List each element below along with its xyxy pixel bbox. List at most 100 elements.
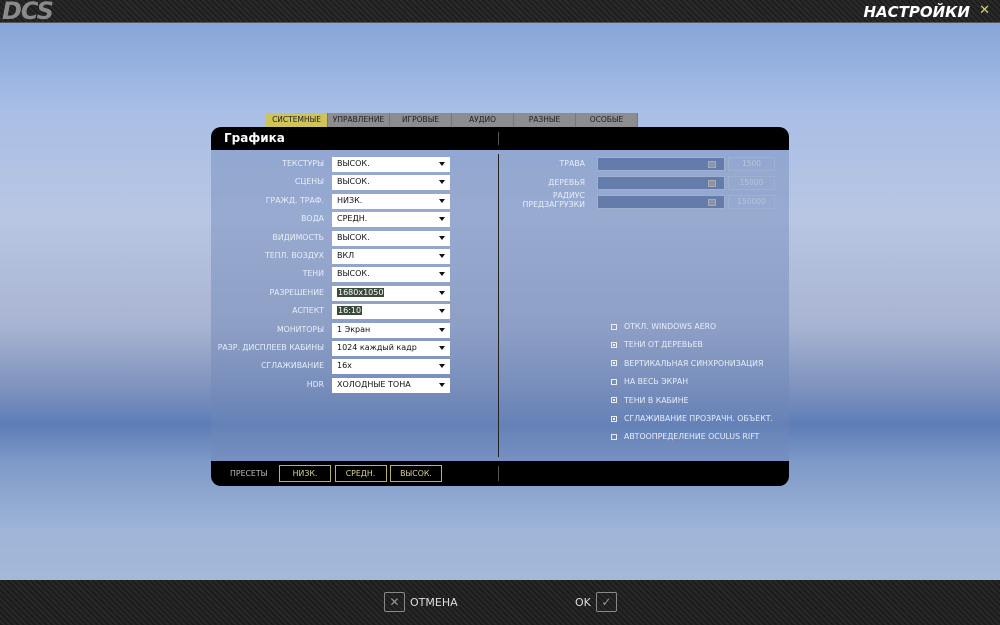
checkbox[interactable]	[611, 323, 617, 330]
chevron-down-icon	[439, 180, 445, 185]
checkbox-row[interactable]: ТЕНИ ОТ ДЕРЕВЬЕВ	[611, 340, 703, 349]
checkbox[interactable]	[611, 433, 617, 440]
chevron-down-icon	[439, 272, 445, 277]
setting-dropdown[interactable]: 16x	[332, 359, 450, 375]
setting-dropdown[interactable]: 1680x1050	[332, 285, 450, 301]
preset-button[interactable]: ВЫСОК.	[390, 465, 442, 482]
setting-label: ВИДИМОСТЬ	[272, 232, 324, 242]
slider-label: ДЕРЕВЬЯ	[548, 178, 585, 187]
tab-0[interactable]: СИСТЕМНЫЕ	[266, 113, 328, 127]
setting-dropdown[interactable]: НИЗК.	[332, 193, 450, 209]
setting-label: ТЕПЛ. ВОЗДУХ	[264, 251, 324, 260]
setting-label: СГЛАЖИВАНИЕ	[261, 361, 324, 371]
panel-body: ТЕКСТУРЫ ВЫСОК. СЦЕНЫ ВЫСОК. ГРАЖД. ТРАФ. НИЗ…	[211, 150, 789, 461]
setting-dropdown[interactable]: СРЕДН.	[332, 212, 450, 228]
tab-5[interactable]: ОСОБЫЕ	[576, 113, 638, 127]
divider	[498, 132, 499, 145]
slider-thumb[interactable]	[707, 180, 716, 187]
slider-thumb[interactable]	[707, 199, 716, 206]
chevron-down-icon	[439, 382, 445, 387]
slider-value: 1500	[728, 157, 775, 171]
checkbox-label: ТЕНИ ОТ ДЕРЕВЬЕВ	[624, 340, 703, 350]
dropdown-value: ВКЛ	[337, 251, 355, 260]
slider[interactable]	[597, 176, 725, 190]
preset-button[interactable]: НИЗК.	[279, 465, 331, 482]
setting-dropdown[interactable]: ВЫСОК.	[332, 267, 450, 283]
dropdown-value: 1 Экран	[337, 324, 371, 334]
divider	[498, 154, 499, 457]
checkbox-row[interactable]: ВЕРТИКАЛЬНАЯ СИНХРОНИЗАЦИЯ	[611, 359, 763, 368]
setting-label: РАЗРЕШЕНИЕ	[269, 287, 324, 297]
dropdown-value: 16x	[337, 361, 352, 371]
checkbox[interactable]	[611, 360, 617, 367]
graphics-panel: Графика ТЕКСТУРЫ ВЫСОК. СЦЕНЫ ВЫСОК. ГРАЖД. …	[211, 127, 789, 486]
preset-button[interactable]: СРЕДН.	[334, 465, 387, 482]
setting-dropdown[interactable]: ХОЛОДНЫЕ ТОНА	[332, 377, 450, 393]
tab-3[interactable]: АУДИО	[452, 113, 514, 127]
setting-label: ТЕКСТУРЫ	[282, 159, 324, 168]
dcs-logo: DCS	[2, 0, 54, 25]
setting-dropdown[interactable]: 1024 каждый кадр	[332, 341, 450, 356]
slider-thumb[interactable]	[707, 161, 716, 168]
setting-label: СЦЕНЫ	[294, 177, 324, 187]
dropdown-value: ХОЛОДНЫЕ ТОНА	[337, 379, 411, 389]
cancel-label: ОТМЕНА	[410, 595, 458, 609]
dropdown-value: 1680x1050	[337, 287, 385, 297]
cancel-button[interactable]: ✕ ОТМЕНА	[384, 592, 458, 612]
checkbox-label: ТЕНИ В КАБИНЕ	[624, 395, 689, 405]
close-icon[interactable]: ✕	[979, 3, 990, 18]
checkbox-row[interactable]: ОТКЛ. WINDOWS AERO	[611, 322, 716, 331]
chevron-down-icon	[439, 327, 445, 332]
tab-2[interactable]: ИГРОВЫЕ	[390, 113, 452, 127]
close-icon: ✕	[384, 592, 405, 612]
dropdown-value: ВЫСОК.	[337, 159, 370, 168]
chevron-down-icon	[439, 346, 445, 350]
setting-dropdown[interactable]: 1 Экран	[332, 322, 450, 338]
chevron-down-icon	[439, 198, 445, 203]
slider-label: РАДИУС ПРЕДЗАГРУЗКИ	[522, 191, 586, 209]
slider-label: ТРАВА	[559, 159, 585, 168]
slider[interactable]	[597, 195, 725, 209]
checkbox-label: АВТООПРЕДЕЛЕНИЕ OCULUS RIFT	[624, 432, 760, 442]
page-title: НАСТРОЙКИ	[863, 3, 970, 21]
checkbox-label: ОТКЛ. WINDOWS AERO	[624, 322, 717, 331]
dropdown-value: ВЫСОК.	[337, 232, 370, 242]
chevron-down-icon	[439, 254, 445, 258]
chevron-down-icon	[439, 364, 445, 369]
dropdown-value: СРЕДН.	[337, 214, 368, 224]
slider-value: 15000	[728, 176, 775, 190]
checkbox[interactable]	[611, 397, 617, 404]
ok-label: OK	[575, 595, 591, 609]
panel-title: Графика	[211, 127, 789, 150]
dropdown-value: 16:10	[337, 306, 363, 316]
setting-dropdown[interactable]: ВЫСОК.	[332, 157, 450, 172]
setting-label: ГРАЖД. ТРАФ.	[265, 195, 324, 205]
slider[interactable]	[597, 157, 725, 171]
setting-label: РАЗР. ДИСПЛЕЕВ КАБИНЫ	[217, 343, 324, 352]
checkbox[interactable]	[611, 378, 617, 385]
chevron-down-icon	[439, 290, 445, 295]
check-icon: ✓	[595, 592, 617, 612]
dropdown-value: ВЫСОК.	[337, 177, 370, 187]
checkbox-row[interactable]: СГЛАЖИВАНИЕ ПРОЗРАЧН. ОБЪЕКТ.	[611, 414, 773, 423]
slider-value: 150000	[728, 195, 775, 209]
dropdown-value: 1024 каждый кадр	[337, 343, 417, 352]
checkbox-row[interactable]: ТЕНИ В КАБИНЕ	[611, 396, 689, 405]
checkbox-label: ВЕРТИКАЛЬНАЯ СИНХРОНИЗАЦИЯ	[624, 358, 764, 368]
chevron-down-icon	[439, 309, 445, 314]
setting-dropdown[interactable]: ВКЛ	[332, 249, 450, 264]
checkbox-row[interactable]: НА ВЕСЬ ЭКРАН	[611, 377, 688, 386]
checkbox-label: НА ВЕСЬ ЭКРАН	[624, 377, 689, 387]
ok-button[interactable]: OK ✓	[575, 592, 617, 612]
tab-1[interactable]: УПРАВЛЕНИЕ	[328, 113, 390, 127]
setting-dropdown[interactable]: ВЫСОК.	[332, 230, 450, 246]
setting-dropdown[interactable]: 16:10	[332, 304, 450, 320]
setting-label: МОНИТОРЫ	[276, 324, 324, 334]
setting-label: АСПЕКТ	[292, 306, 324, 316]
checkbox[interactable]	[611, 341, 617, 348]
checkbox-row[interactable]: АВТООПРЕДЕЛЕНИЕ OCULUS RIFT	[611, 432, 759, 441]
checkbox[interactable]	[611, 415, 617, 422]
tab-4[interactable]: РАЗНЫЕ	[514, 113, 576, 127]
setting-dropdown[interactable]: ВЫСОК.	[332, 175, 450, 191]
presets-bar: ПРЕСЕТЫ НИЗК. СРЕДН. ВЫСОК.	[211, 461, 789, 486]
